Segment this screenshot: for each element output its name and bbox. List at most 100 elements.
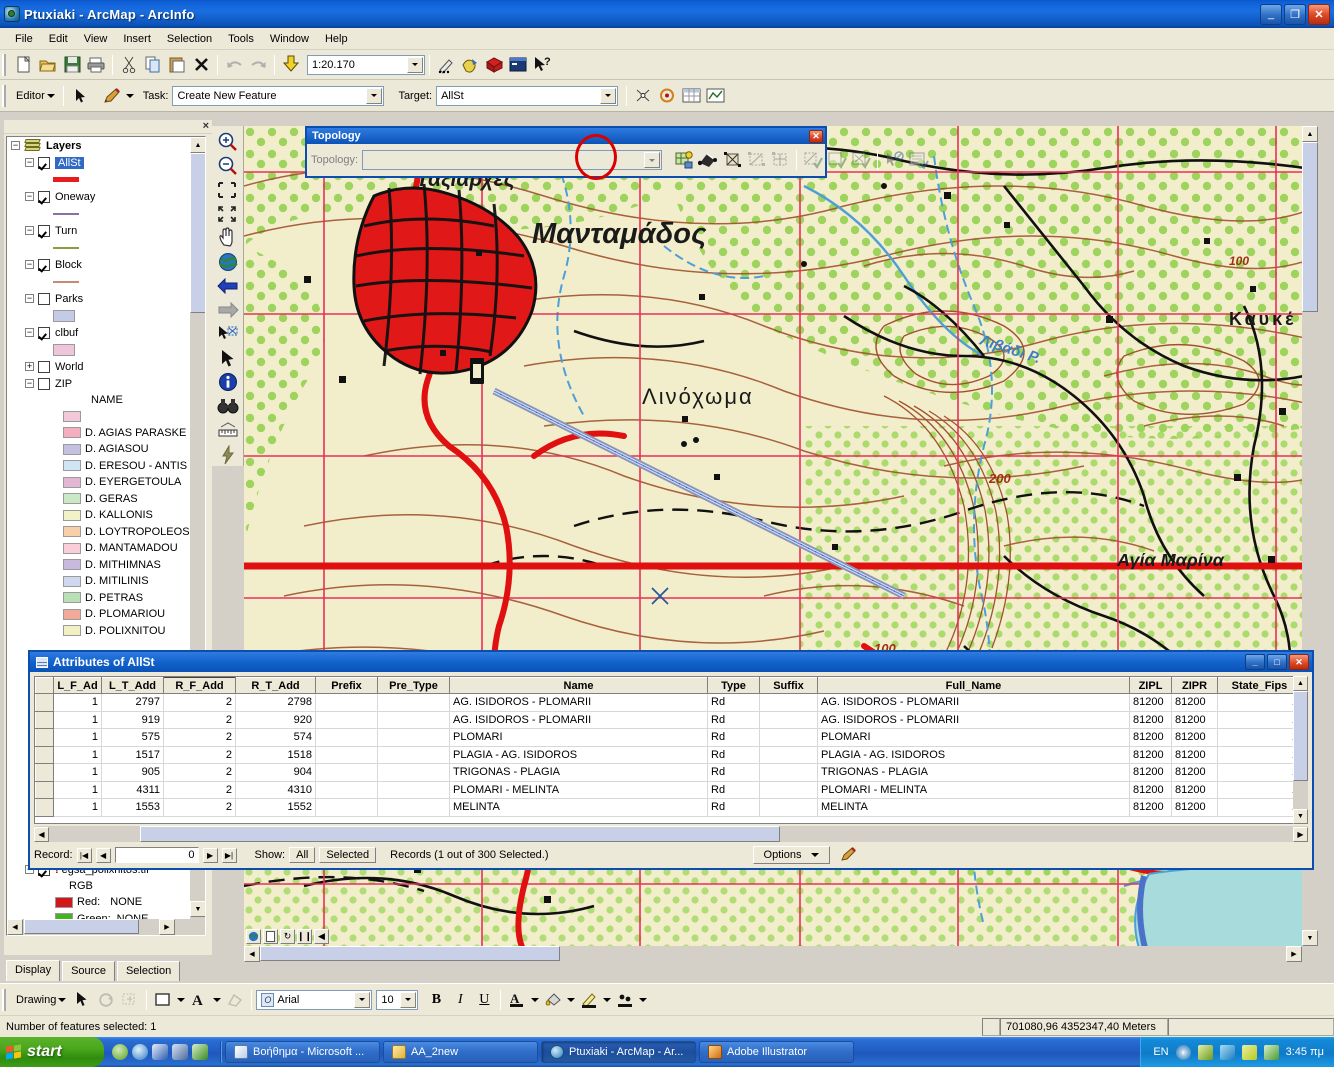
close-icon[interactable]: ✕ (809, 129, 823, 143)
column-header-r-t-add[interactable]: R_T_Add (235, 677, 316, 694)
cell-l-f-ad[interactable]: 1 (53, 728, 102, 747)
toc-layer-zip[interactable]: − ZIP (7, 375, 191, 392)
cell-suffix[interactable] (759, 763, 818, 782)
cell-type[interactable]: Rd (707, 693, 760, 712)
copy-icon[interactable] (141, 53, 165, 76)
cell-zipl[interactable]: 81200 (1129, 798, 1172, 817)
cell-l-t-add[interactable]: 919 (101, 711, 164, 729)
collapse-toggle-icon[interactable]: − (11, 141, 20, 150)
cell-type[interactable]: Rd (707, 728, 760, 747)
cell-zipr[interactable]: 81200 (1171, 798, 1218, 817)
cell-pre-type[interactable] (377, 763, 450, 782)
cell-r-t-add[interactable]: 2798 (235, 693, 316, 712)
drawing-menu-button[interactable]: Drawing (12, 992, 70, 1008)
sketch-tool-pencil-icon[interactable] (100, 84, 124, 107)
row-selector-cell[interactable] (35, 710, 54, 729)
menu-item-edit[interactable]: Edit (42, 31, 75, 47)
cell-zipl[interactable]: 81200 (1129, 711, 1172, 729)
tab-selection[interactable]: Selection (116, 961, 181, 981)
edit-attributes-pencil-icon[interactable] (840, 846, 857, 865)
rectangle-dropdown[interactable] (175, 988, 187, 1011)
new-rectangle-icon[interactable] (151, 988, 175, 1011)
cell-l-f-ad[interactable]: 1 (53, 781, 102, 799)
new-document-icon[interactable] (12, 53, 36, 76)
table-row[interactable]: 1 919 2 920 AG. ISIDOROS - PLOMARII Rd AG. ISI… (35, 710, 1307, 729)
toc-zip-value[interactable] (7, 408, 191, 425)
toc-layer-turn[interactable]: − Turn (7, 222, 191, 239)
shield-icon[interactable] (1241, 1044, 1257, 1060)
last-record-button[interactable]: ▶| (221, 847, 237, 863)
scrollbar-thumb[interactable] (1302, 142, 1318, 312)
identify-info-icon[interactable] (215, 371, 241, 394)
layer-checkbox[interactable] (38, 258, 50, 271)
find-binoculars-icon[interactable] (215, 395, 241, 418)
cell-full-name[interactable]: TRIGONAS - PLAGIA (817, 763, 1130, 782)
minimize-button[interactable]: _ (1260, 3, 1282, 25)
row-selector-cell[interactable] (35, 693, 54, 712)
previous-record-button[interactable]: ◀ (95, 847, 111, 863)
scroll-down-button[interactable]: ▼ (1302, 930, 1318, 946)
text-dropdown[interactable] (211, 988, 223, 1011)
table-row[interactable]: 15752574PLOMARIRdPLOMARI81200812001LS (35, 728, 1307, 747)
cell-zipr[interactable]: 81200 (1171, 728, 1218, 747)
chevron-down-icon[interactable] (407, 56, 423, 73)
toc-zip-value[interactable]: D. AGIAS PARASKE (7, 425, 191, 442)
toc-zip-value[interactable]: D. POLIXNITOU (7, 623, 191, 640)
zoom-in-icon[interactable] (215, 130, 241, 153)
start-button[interactable]: start (0, 1037, 104, 1067)
back-arrow-icon[interactable]: ◀ (314, 928, 329, 944)
fill-color-dropdown[interactable] (565, 988, 577, 1011)
cell-type[interactable]: Rd (707, 711, 760, 729)
cell-name[interactable]: MELINTA (449, 798, 708, 817)
show-selected-button[interactable]: Selected (319, 847, 377, 863)
full-extent-globe-icon[interactable] (215, 250, 241, 273)
cell-pre-type[interactable] (377, 746, 450, 764)
cell-full-name[interactable]: PLOMARI (817, 728, 1130, 747)
show-all-button[interactable]: All (289, 847, 316, 863)
menu-item-selection[interactable]: Selection (160, 31, 219, 47)
toc-zip-value[interactable]: D. KALLONIS (7, 507, 191, 524)
table-row[interactable]: 1 905 2 904 TRIGONAS - PLAGIA Rd TRIGONAS - PL… (35, 763, 1307, 782)
chevron-down-icon[interactable] (354, 991, 371, 1008)
topology-title-bar[interactable]: Topology ✕ (307, 128, 825, 144)
cell-r-t-add[interactable]: 4310 (235, 781, 316, 799)
taskbar-item-folder[interactable]: AA_2new (383, 1041, 538, 1063)
cell-zipr[interactable]: 81200 (1171, 693, 1218, 712)
taskbar-item-arcmap[interactable]: Ptuxiaki - ArcMap - Ar... (541, 1041, 696, 1063)
layer-checkbox[interactable] (38, 224, 50, 237)
print-icon[interactable] (84, 53, 108, 76)
cell-suffix[interactable] (759, 798, 818, 817)
sketch-tool-dropdown[interactable] (124, 84, 137, 107)
cell-l-t-add[interactable]: 1517 (101, 746, 164, 764)
cell-type[interactable]: Rd (707, 763, 760, 782)
cell-full-name[interactable]: AG. ISIDOROS - PLOMARII (817, 693, 1130, 712)
column-header-full-name[interactable]: Full_Name (817, 677, 1130, 694)
layer-checkbox[interactable] (38, 292, 50, 305)
toc-zip-value[interactable]: D. AGIASOU (7, 441, 191, 458)
font-color-icon[interactable]: A (505, 988, 529, 1011)
editor-toolbar-grip[interactable] (2, 84, 9, 107)
arctoolbox-icon[interactable] (482, 53, 506, 76)
italic-button[interactable]: I (448, 988, 472, 1011)
column-header-pre-type[interactable]: Pre_Type (377, 677, 450, 694)
internet-explorer-icon[interactable] (132, 1044, 148, 1060)
tray-language-indicator[interactable]: EN (1153, 1046, 1168, 1058)
cell-prefix[interactable] (315, 763, 378, 782)
cell-type[interactable]: Rd (707, 781, 760, 799)
pause-icon[interactable]: ❙❙ (297, 928, 312, 944)
editor-toolbar-icon[interactable] (434, 53, 458, 76)
line-color-icon[interactable] (577, 988, 601, 1011)
row-selector-cell[interactable] (35, 728, 54, 747)
scrollbar-thumb[interactable] (190, 153, 205, 313)
attributes-title-bar[interactable]: Attributes of AllSt _ □ ✕ (30, 652, 1312, 672)
collapse-toggle-icon[interactable]: − (25, 294, 34, 303)
row-selector-cell[interactable] (35, 798, 54, 817)
maximize-button[interactable]: □ (1267, 654, 1287, 670)
record-number-input[interactable]: 0 (114, 847, 199, 863)
tab-source[interactable]: Source (62, 961, 115, 981)
cell-pre-type[interactable] (377, 781, 450, 799)
menu-item-help[interactable]: Help (318, 31, 355, 47)
table-row[interactable]: 1155321552MELINTARdMELINTA81200812001LS (35, 798, 1307, 817)
scroll-down-button[interactable]: ▼ (190, 901, 205, 917)
cell-prefix[interactable] (315, 781, 378, 799)
